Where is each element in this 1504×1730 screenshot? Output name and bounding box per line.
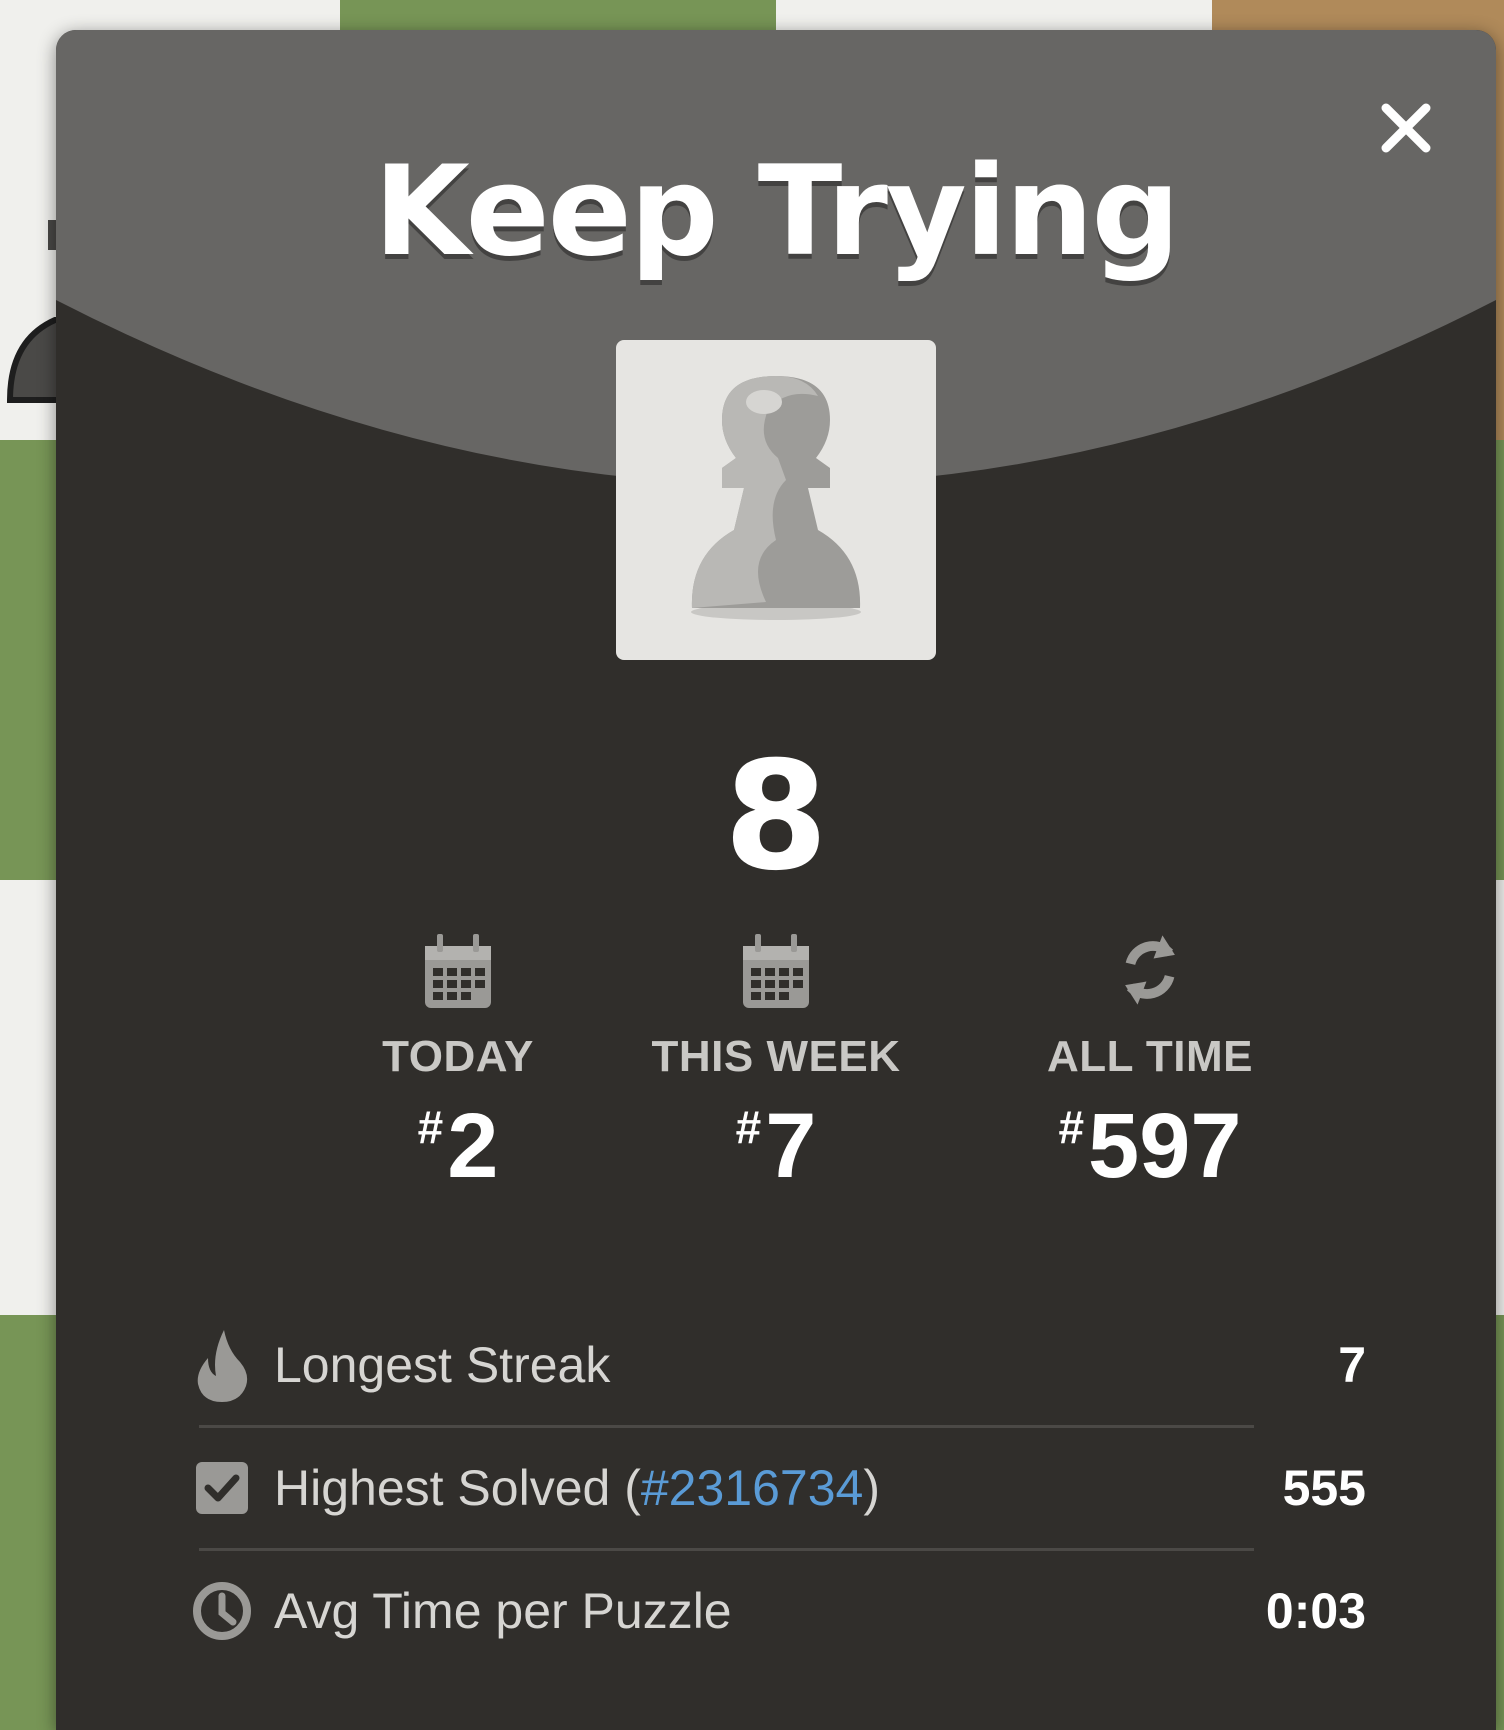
stat-avg-time: Avg Time per Puzzle 0:03 bbox=[186, 1551, 1366, 1671]
calendar-icon bbox=[425, 934, 491, 1008]
stat-label: Highest Solved (#2316734) bbox=[274, 1459, 1283, 1517]
stat-highest-solved: Highest Solved (#2316734) 555 bbox=[186, 1428, 1366, 1548]
rank-label: TODAY bbox=[382, 1032, 534, 1081]
rank-value: #597 bbox=[970, 1100, 1330, 1192]
checkbox-icon bbox=[186, 1452, 258, 1524]
stat-label: Longest Streak bbox=[274, 1337, 611, 1393]
rank-hash: # bbox=[417, 1101, 444, 1153]
stat-longest-streak: Longest Streak 7 bbox=[186, 1305, 1366, 1425]
rank-hash: # bbox=[1058, 1101, 1085, 1153]
flame-icon bbox=[186, 1329, 258, 1402]
rank-label: ALL TIME bbox=[1046, 1032, 1254, 1081]
stat-label-prefix: Highest Solved ( bbox=[274, 1460, 641, 1516]
rank-value: #2 bbox=[278, 1100, 638, 1192]
refresh-icon bbox=[1125, 935, 1175, 1005]
modal-title: Keep Trying bbox=[373, 140, 1181, 284]
white-pawn-icon bbox=[691, 376, 861, 620]
rank-number: 597 bbox=[1088, 1095, 1242, 1197]
puzzle-results-modal: Keep Trying 8 TODAY #2 THIS WEEK #7 ALL … bbox=[56, 30, 1496, 1730]
rank-value: #7 bbox=[596, 1100, 956, 1192]
puzzle-link[interactable]: #2316734 bbox=[641, 1460, 863, 1516]
rank-today: TODAY #2 bbox=[278, 930, 638, 1192]
rank-all-time: ALL TIME #597 bbox=[970, 930, 1330, 1192]
calendar-icon bbox=[743, 934, 809, 1008]
piece-tile bbox=[616, 340, 936, 660]
puzzle-score: 8 bbox=[723, 730, 829, 904]
stats-list: Longest Streak 7 Highest Solved (#231673… bbox=[186, 1305, 1366, 1671]
stat-label-suffix: ) bbox=[863, 1460, 880, 1516]
rank-number: 2 bbox=[447, 1095, 499, 1197]
rank-label: THIS WEEK bbox=[651, 1032, 901, 1081]
stat-label: Avg Time per Puzzle bbox=[274, 1583, 732, 1639]
rank-this-week: THIS WEEK #7 bbox=[596, 930, 956, 1192]
stat-value: 7 bbox=[1338, 1337, 1366, 1393]
rank-number: 7 bbox=[765, 1095, 817, 1197]
clock-icon bbox=[186, 1575, 258, 1647]
stat-value: 0:03 bbox=[1265, 1583, 1366, 1639]
rank-hash: # bbox=[735, 1101, 762, 1153]
stat-value: 555 bbox=[1282, 1460, 1366, 1516]
